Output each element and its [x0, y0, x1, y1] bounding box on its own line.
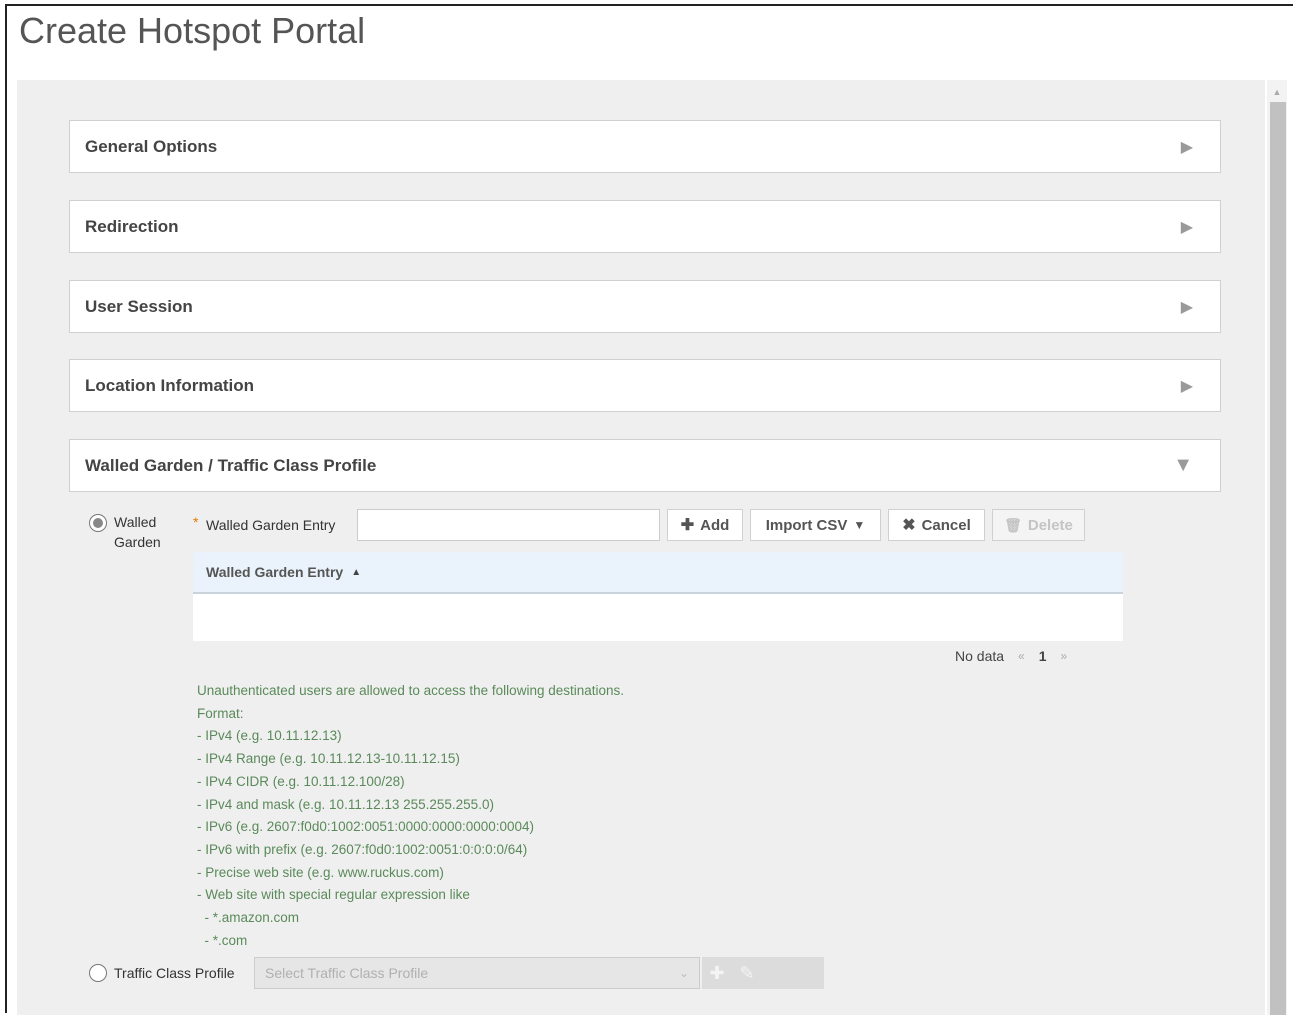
panel-location-information[interactable]: Location Information ▶ — [69, 359, 1221, 412]
walled-garden-radio-label-line2: Garden — [114, 534, 161, 550]
panel-walled-garden[interactable]: Walled Garden / Traffic Class Profile ▼ — [69, 439, 1221, 492]
help-line: - *.amazon.com — [197, 910, 300, 926]
chevron-down-icon: ⌄ — [678, 966, 689, 980]
cancel-button-label: Cancel — [921, 516, 971, 534]
panel-label: Walled Garden / Traffic Class Profile — [85, 455, 377, 475]
select-placeholder: Select Traffic Class Profile — [265, 965, 429, 981]
walled-garden-entry-label: Walled Garden Entry — [206, 517, 336, 533]
panel-label: Redirection — [85, 216, 179, 236]
help-line: Format: — [197, 705, 244, 721]
traffic-class-profile-select[interactable]: Select Traffic Class Profile ⌄ — [254, 957, 700, 989]
delete-button[interactable]: 🗑 Delete — [992, 509, 1085, 541]
import-csv-label: Import CSV — [765, 516, 848, 534]
walled-garden-help-text: Unauthenticated users are allowed to acc… — [197, 680, 624, 952]
panel-label: Location Information — [85, 375, 255, 395]
panel-user-session[interactable]: User Session ▶ — [69, 280, 1221, 333]
caret-right-icon: ▶ — [1180, 138, 1193, 156]
cancel-button[interactable]: ✖ Cancel — [888, 509, 985, 541]
dropdown-arrow-icon: ▼ — [853, 518, 866, 532]
scrollbar-thumb[interactable] — [1270, 102, 1286, 1015]
help-line: - *.com — [197, 932, 248, 948]
page-title: Create Hotspot Portal — [19, 10, 366, 51]
help-line: - IPv6 (e.g. 2607:f0d0:1002:0051:0000:00… — [197, 819, 535, 835]
delete-button-label: Delete — [1027, 516, 1073, 534]
walled-garden-radio-label-line1: Walled — [114, 514, 157, 530]
scroll-up-arrow-icon[interactable]: ▲ — [1267, 86, 1287, 98]
import-csv-button[interactable]: Import CSV ▼ — [750, 509, 881, 541]
walled-garden-table: Walled Garden Entry ▲ — [193, 552, 1123, 641]
traffic-class-profile-radio[interactable] — [89, 964, 107, 982]
add-button[interactable]: ✚ Add — [667, 509, 743, 541]
caret-right-icon: ▶ — [1180, 377, 1193, 395]
panel-label: General Options — [85, 136, 218, 156]
panel-redirection[interactable]: Redirection ▶ — [69, 200, 1221, 253]
close-icon: ✖ — [902, 517, 916, 534]
form-content: General Options ▶ Redirection ▶ User Ses… — [17, 80, 1265, 1015]
pager-current-page[interactable]: 1 — [1039, 648, 1047, 664]
caret-right-icon: ▶ — [1180, 218, 1193, 236]
help-line: - Precise web site (e.g. www.ruckus.com) — [197, 864, 444, 880]
table-column-header[interactable]: Walled Garden Entry ▲ — [193, 552, 1123, 594]
pager-status: No data — [955, 648, 1005, 664]
caret-down-icon: ▼ — [1173, 454, 1193, 476]
column-header-label: Walled Garden Entry — [206, 564, 344, 580]
panel-label: User Session — [85, 296, 193, 316]
walled-garden-radio[interactable] — [89, 514, 107, 532]
help-line: - IPv4 Range (e.g. 10.11.12.13-10.11.12.… — [197, 751, 460, 767]
help-line: Unauthenticated users are allowed to acc… — [197, 683, 625, 698]
help-line: - IPv6 with prefix (e.g. 2607:f0d0:1002:… — [197, 841, 528, 857]
pager-next-button[interactable]: » — [1061, 649, 1068, 663]
table-pager: No data « 1 » — [955, 648, 1067, 664]
walled-garden-entry-input[interactable] — [357, 509, 660, 541]
traffic-class-profile-radio-label: Traffic Class Profile — [114, 965, 235, 981]
window-frame: Create Hotspot Portal General Options ▶ … — [5, 4, 1293, 1015]
help-line: - Web site with special regular expressi… — [197, 887, 470, 903]
add-button-label: Add — [700, 516, 730, 534]
help-line: - IPv4 CIDR (e.g. 10.11.12.100/28) — [197, 773, 405, 789]
required-marker: * — [193, 514, 199, 530]
plus-icon: ✚ — [680, 517, 695, 534]
plus-icon[interactable]: ✚ — [702, 963, 732, 984]
help-line: - IPv4 and mask (e.g. 10.11.12.13 255.25… — [197, 796, 494, 812]
traffic-class-actions: ✚ ✎ — [702, 957, 824, 989]
caret-right-icon: ▶ — [1180, 298, 1193, 316]
sort-ascending-icon: ▲ — [351, 566, 362, 578]
panel-general-options[interactable]: General Options ▶ — [69, 120, 1221, 173]
pager-prev-button[interactable]: « — [1018, 649, 1025, 663]
vertical-scrollbar[interactable]: ▲ — [1267, 80, 1287, 1015]
trash-icon: 🗑 — [1004, 516, 1022, 533]
help-line: - IPv4 (e.g. 10.11.12.13) — [197, 728, 342, 744]
pencil-icon[interactable]: ✎ — [732, 963, 762, 984]
